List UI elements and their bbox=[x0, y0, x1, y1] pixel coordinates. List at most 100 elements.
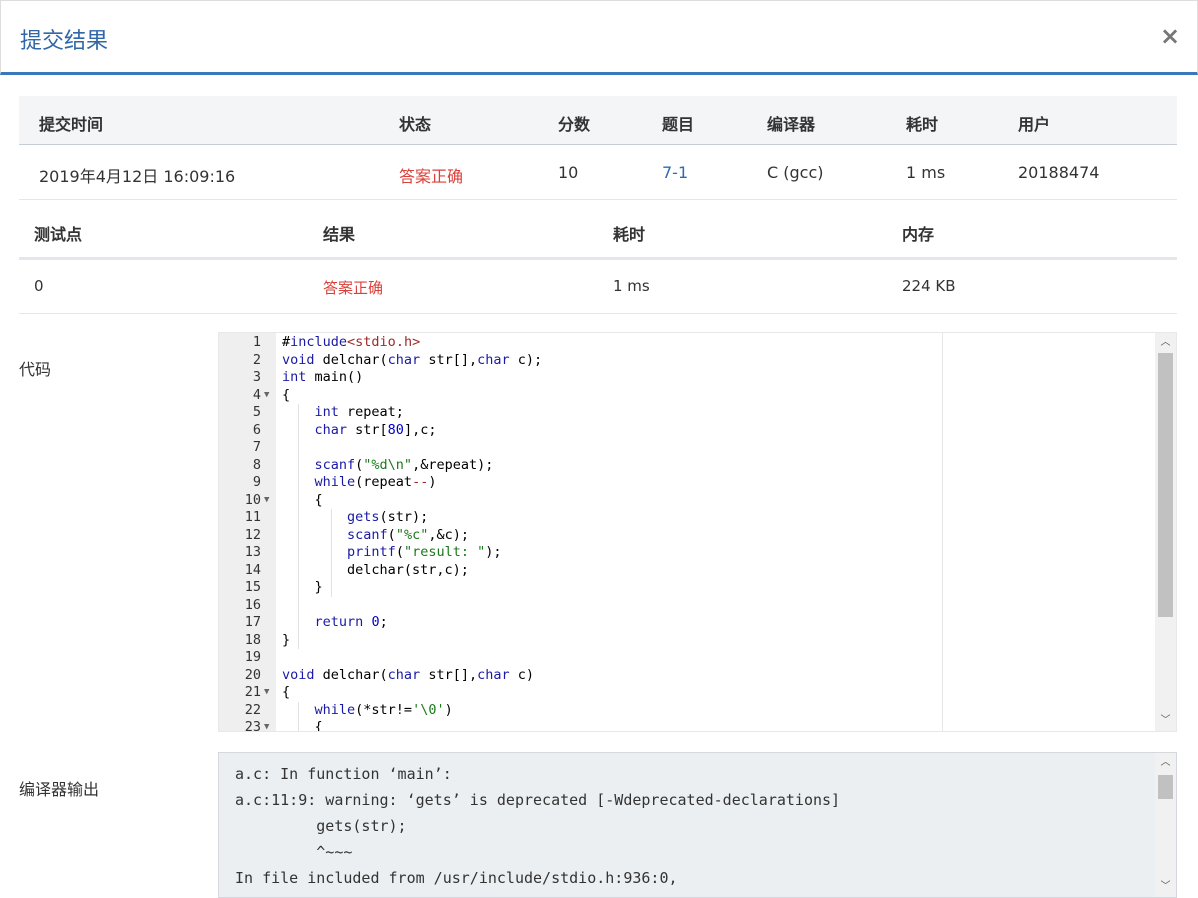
line-number: 8 bbox=[252, 456, 261, 473]
code-text: while(*str!='\0') bbox=[314, 701, 453, 718]
line-number: 6 bbox=[252, 421, 261, 438]
code-line: 5 int repeat; bbox=[219, 404, 1119, 422]
code-line: 6 char str[80],c; bbox=[219, 422, 1119, 440]
code-scrollbar[interactable]: ︿ ﹀ bbox=[1155, 333, 1176, 731]
line-number: 13 bbox=[244, 544, 261, 560]
code-text: gets(str); bbox=[347, 509, 429, 525]
fold-arrow-icon[interactable]: ▼ bbox=[264, 492, 269, 510]
close-button[interactable]: × bbox=[1157, 23, 1183, 49]
line-number: 2 bbox=[252, 351, 261, 368]
line-number: 15 bbox=[244, 579, 261, 595]
header-result: 结果 bbox=[323, 225, 356, 244]
indent-guide bbox=[331, 509, 332, 597]
code-text: void delchar(char str[],char c); bbox=[282, 351, 543, 368]
line-number: 19 bbox=[244, 649, 261, 665]
code-line: 13 printf("result: "); bbox=[219, 544, 1119, 562]
line-number: 11 bbox=[244, 509, 261, 525]
code-line: 21 ▼ { bbox=[219, 684, 1119, 702]
code-text: while(repeat--) bbox=[314, 474, 437, 490]
line-number: 21 bbox=[244, 684, 261, 700]
code-text: delchar(str,c); bbox=[282, 561, 469, 578]
code-label: 代码 bbox=[19, 360, 52, 379]
line-number: 17 bbox=[244, 614, 261, 630]
header-compiler: 编译器 bbox=[767, 115, 816, 134]
code-text: int repeat; bbox=[314, 404, 404, 420]
line-number: 10 bbox=[244, 491, 261, 508]
compiler-output-label: 编译器输出 bbox=[19, 780, 100, 799]
code-line: 20 void delchar(char str[],char c) bbox=[219, 667, 1119, 685]
fold-arrow-icon[interactable]: ▼ bbox=[264, 684, 269, 702]
submission-summary-table: 提交时间 状态 分数 题目 编译器 耗时 用户 2019年4月12日 16:09… bbox=[19, 96, 1177, 200]
compiler: C (gcc) bbox=[767, 163, 824, 182]
code-line: 15 } bbox=[219, 579, 1119, 597]
code-line: 18} bbox=[219, 632, 1119, 650]
code-scroll-thumb[interactable] bbox=[1158, 353, 1173, 617]
code-editor[interactable]: 1 #include<stdio.h> 2 void delchar(char str… bbox=[218, 332, 1177, 732]
line-number: 18 bbox=[244, 631, 261, 648]
elapsed-time: 1 ms bbox=[906, 163, 946, 182]
compiler-output[interactable]: a.c: In function ‘main’: a.c:11:9: warni… bbox=[218, 752, 1177, 898]
code-text: { bbox=[282, 491, 323, 508]
cases-header-row: 测试点 结果 耗时 内存 bbox=[19, 201, 1177, 260]
line-number: 20 bbox=[244, 666, 261, 683]
header-case-time: 耗时 bbox=[613, 225, 646, 244]
scroll-down-icon[interactable]: ﹀ bbox=[1155, 877, 1176, 897]
case-time: 1 ms bbox=[613, 277, 650, 295]
indent-guide bbox=[298, 701, 299, 731]
code-line: 4 ▼ { bbox=[219, 387, 1119, 405]
dialog-header: 提交结果 × bbox=[0, 0, 1198, 75]
summary-row: 2019年4月12日 16:09:16 答案正确 10 7-1 C (gcc) … bbox=[19, 145, 1177, 200]
output-line: a.c:11:9: warning: ‘gets’ is deprecated … bbox=[235, 791, 841, 809]
code-text: { bbox=[282, 719, 323, 732]
header-status: 状态 bbox=[399, 115, 432, 134]
code-text: printf("result: "); bbox=[347, 544, 502, 560]
line-number: 7 bbox=[252, 439, 261, 455]
line-number: 4 bbox=[252, 386, 261, 403]
output-line: ^~~~ bbox=[235, 843, 353, 861]
code-text: scanf("%d\n",&repeat); bbox=[314, 456, 494, 473]
scroll-down-icon[interactable]: ﹀ bbox=[1155, 711, 1176, 731]
code-line: 23 ▼ { bbox=[219, 719, 1119, 732]
header-time: 耗时 bbox=[906, 115, 939, 134]
code-line: 10 ▼ { bbox=[219, 492, 1119, 510]
header-problem: 题目 bbox=[662, 115, 695, 134]
header-submit-time: 提交时间 bbox=[39, 115, 104, 134]
header-test-point: 测试点 bbox=[34, 225, 83, 244]
line-number: 16 bbox=[244, 596, 261, 613]
code-line: 11 gets(str); bbox=[219, 509, 1119, 527]
output-scroll-thumb[interactable] bbox=[1158, 775, 1173, 799]
code-text: scanf("%c",&c); bbox=[347, 526, 469, 543]
line-number: 22 bbox=[244, 701, 261, 718]
output-line: a.c: In function ‘main’: bbox=[235, 765, 452, 783]
code-line: 22 while(*str!='\0') bbox=[219, 702, 1119, 720]
test-point-id: 0 bbox=[34, 277, 44, 295]
scroll-up-icon[interactable]: ︿ bbox=[1155, 333, 1176, 353]
case-memory: 224 KB bbox=[902, 277, 956, 295]
code-line: 7 bbox=[219, 439, 1119, 457]
scroll-up-icon[interactable]: ︿ bbox=[1155, 753, 1176, 773]
code-text: void delchar(char str[],char c) bbox=[282, 666, 534, 683]
output-scrollbar[interactable]: ︿ ﹀ bbox=[1155, 753, 1176, 897]
dialog-title: 提交结果 bbox=[20, 29, 109, 54]
indent-guide bbox=[298, 404, 299, 649]
code-text: { bbox=[282, 386, 291, 403]
code-text: } bbox=[282, 631, 291, 648]
line-number: 12 bbox=[244, 526, 261, 543]
code-line: 1 #include<stdio.h> bbox=[219, 334, 1119, 352]
summary-header-row: 提交时间 状态 分数 题目 编译器 耗时 用户 bbox=[19, 96, 1177, 145]
user-id: 20188474 bbox=[1018, 163, 1100, 182]
code-line: 17 return 0; bbox=[219, 614, 1119, 632]
fold-arrow-icon[interactable]: ▼ bbox=[264, 387, 269, 405]
code-line: 3 int main() bbox=[219, 369, 1119, 387]
fold-arrow-icon[interactable]: ▼ bbox=[264, 719, 269, 731]
problem-link[interactable]: 7-1 bbox=[662, 163, 688, 182]
code-text: } bbox=[282, 579, 323, 595]
line-number: 14 bbox=[244, 561, 261, 578]
code-line: 19 bbox=[219, 649, 1119, 667]
submit-time: 2019年4月12日 16:09:16 bbox=[39, 167, 236, 186]
score: 10 bbox=[558, 163, 579, 182]
test-case-row: 0 答案正确 1 ms 224 KB bbox=[19, 260, 1177, 314]
case-result: 答案正确 bbox=[323, 279, 384, 297]
code-text: { bbox=[282, 684, 291, 700]
code-line: 2 void delchar(char str[],char c); bbox=[219, 352, 1119, 370]
